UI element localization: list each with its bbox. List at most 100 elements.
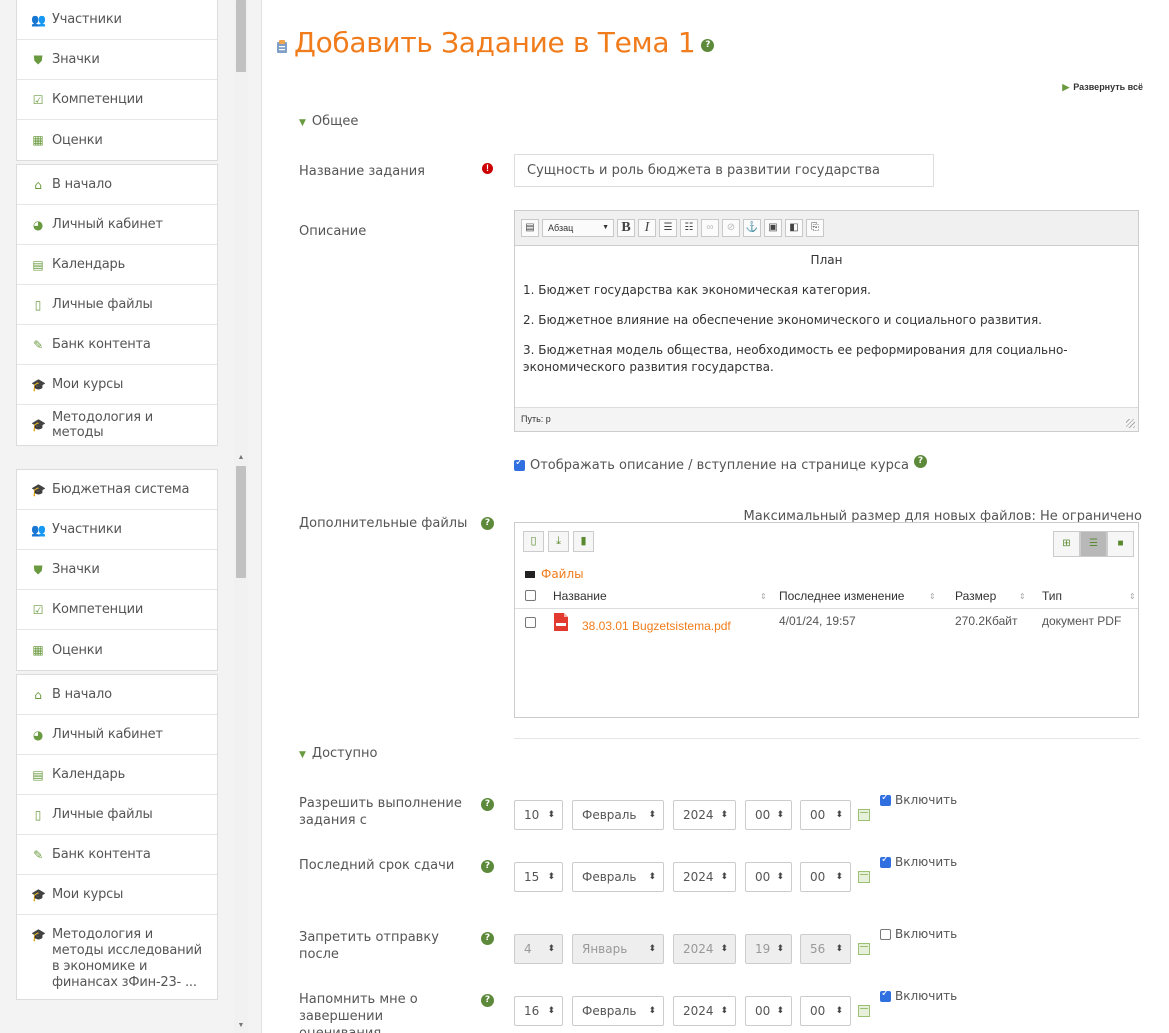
sidebar-item[interactable]: ☑ Компетенции [17, 80, 217, 120]
day-select[interactable]: 15 ⬍ [514, 862, 563, 892]
sidebar-item[interactable]: 👥 Участники [17, 0, 217, 40]
folder-view-icon[interactable]: ■ [1107, 531, 1134, 557]
sidebar-item[interactable]: 🎓 Методология и методы [17, 405, 217, 445]
enable-checkbox[interactable]: Включить [880, 854, 957, 869]
sidebar-item[interactable]: ▯ Личные файлы [17, 285, 217, 325]
scroll-up-arrow-icon[interactable]: ▲ [236, 454, 246, 461]
sidebar-item[interactable]: ✎ Банк контента [17, 325, 217, 365]
numbered-list-icon[interactable]: ☷ [680, 219, 698, 237]
sort-icon[interactable]: ⇕ [760, 592, 767, 601]
assignment-name-input[interactable]: Сущность и роль бюджета в развитии госуд… [514, 154, 934, 187]
table-row[interactable]: 38.03.01 Bugzetsistema.pdf 4/01/24, 19:5… [515, 609, 1138, 649]
year-select[interactable]: 2024 ⬍ [673, 862, 736, 892]
file-manager[interactable]: ▯ ⤓ ▮ ⊞ ☰ ■ Файлы Название ⇕ Последнее и… [514, 522, 1139, 718]
minute-select[interactable]: 00 ⬍ [800, 996, 851, 1026]
list-view-icon[interactable]: ☰ [1080, 531, 1107, 557]
help-icon[interactable]: ? [481, 994, 494, 1007]
add-file-icon[interactable]: ▯ [523, 531, 544, 552]
sidebar-item[interactable]: ✎ Банк контента [17, 835, 217, 875]
select-all-checkbox[interactable] [525, 590, 536, 601]
sidebar-item[interactable]: 🎓 Методология и методы исследований в эко… [17, 915, 217, 999]
resize-grip-icon[interactable] [1126, 419, 1135, 428]
calendar-icon[interactable] [858, 809, 870, 821]
calendar-icon[interactable] [858, 943, 870, 955]
sidebar-item[interactable]: 👥 Участники [17, 510, 217, 550]
help-icon[interactable]: ? [701, 39, 715, 52]
sidebar-item[interactable]: ⛊ Значки [17, 40, 217, 80]
help-icon[interactable]: ? [913, 455, 927, 468]
italic-button[interactable]: I [638, 219, 656, 237]
section-availability-toggle[interactable]: ▼ Доступно [299, 746, 377, 761]
sort-icon[interactable]: ⇕ [1019, 592, 1026, 601]
month-select[interactable]: Февраль ⬍ [572, 800, 664, 830]
paste-icon[interactable]: ⎘ [806, 219, 824, 237]
minute-select[interactable]: 00 ⬍ [800, 862, 851, 892]
sidebar-item[interactable]: 🎓 Бюджетная система [17, 470, 217, 510]
help-icon[interactable]: ? [481, 798, 494, 811]
checkbox-checked-icon[interactable] [514, 457, 525, 471]
month-select[interactable]: Февраль ⬍ [572, 862, 664, 892]
hour-select[interactable]: 00 ⬍ [745, 800, 792, 830]
checkbox-checked-icon[interactable] [880, 988, 891, 1002]
enable-checkbox[interactable]: Включить [880, 988, 957, 1003]
sidebar-item[interactable]: ▤ Календарь [17, 755, 217, 795]
help-icon[interactable]: ? [481, 932, 494, 945]
hour-select[interactable]: 00 ⬍ [745, 862, 792, 892]
format-select[interactable]: Абзац [542, 219, 614, 237]
sidebar-item[interactable]: ◕ Личный кабинет [17, 715, 217, 755]
sidebar-item[interactable]: ⌂ В начало [17, 675, 217, 715]
files-folder-link[interactable]: Файлы [541, 567, 584, 581]
hour-select[interactable]: 19 ⬍ [745, 934, 792, 964]
sidebar-item[interactable]: ☑ Компетенции [17, 590, 217, 630]
sidebar-scrollbar-thumb[interactable] [236, 466, 246, 578]
month-select[interactable]: Февраль ⬍ [572, 996, 664, 1026]
description-editor[interactable]: ▤ Абзац B I ☰ ☷ ∞ ⊘ ⚓ ▣ ◧ ⎘ План 1. Бюдж… [514, 210, 1139, 432]
editor-content[interactable]: План 1. Бюджет государства как экономиче… [515, 246, 1138, 406]
sort-icon[interactable]: ⇕ [1129, 592, 1136, 601]
row-checkbox[interactable] [525, 617, 536, 628]
scroll-down-arrow-icon[interactable]: ▼ [236, 1022, 246, 1029]
sidebar-item[interactable]: ▯ Личные файлы [17, 795, 217, 835]
link-icon[interactable]: ∞ [701, 219, 719, 237]
media-icon[interactable]: ◧ [785, 219, 803, 237]
hour-select[interactable]: 00 ⬍ [745, 996, 792, 1026]
minute-select[interactable]: 00 ⬍ [800, 800, 851, 830]
enable-checkbox[interactable]: Включить [880, 792, 957, 807]
sidebar-item[interactable]: ▦ Оценки [17, 630, 217, 670]
sidebar-item[interactable]: ▤ Календарь [17, 245, 217, 285]
anchor-icon[interactable]: ⚓ [743, 219, 761, 237]
checkbox-checked-icon[interactable] [880, 854, 891, 868]
enable-checkbox[interactable]: Включить [880, 927, 957, 941]
calendar-icon[interactable] [858, 1005, 870, 1017]
toolbar-toggle-icon[interactable]: ▤ [521, 219, 539, 237]
sidebar-scrollbar-thumb[interactable] [236, 0, 246, 72]
trash-icon[interactable]: ▮ [573, 531, 594, 552]
file-name-link[interactable]: 38.03.01 Bugzetsistema.pdf [582, 619, 731, 633]
unlink-icon[interactable]: ⊘ [722, 219, 740, 237]
column-size-header[interactable]: Размер [955, 589, 996, 603]
sidebar-item[interactable]: 🎓 Мои курсы [17, 875, 217, 915]
column-name-header[interactable]: Название [553, 589, 607, 603]
calendar-icon[interactable] [858, 871, 870, 883]
help-icon[interactable]: ? [481, 517, 494, 530]
day-select[interactable]: 4 ⬍ [514, 934, 563, 964]
section-general-toggle[interactable]: ▼ Общее [299, 114, 358, 129]
expand-all-link[interactable]: ▶ Развернуть всё [1062, 82, 1143, 93]
minute-select[interactable]: 56 ⬍ [800, 934, 851, 964]
year-select[interactable]: 2024 ⬍ [673, 800, 736, 830]
checkbox-checked-icon[interactable] [880, 792, 891, 806]
year-select[interactable]: 2024 ⬍ [673, 934, 736, 964]
bold-button[interactable]: B [617, 219, 635, 237]
sidebar-item[interactable]: ▦ Оценки [17, 120, 217, 160]
column-type-header[interactable]: Тип [1042, 589, 1062, 603]
download-icon[interactable]: ⤓ [548, 531, 569, 552]
sidebar-item[interactable]: 🎓 Мои курсы [17, 365, 217, 405]
help-icon[interactable]: ? [481, 860, 494, 873]
grid-view-icon[interactable]: ⊞ [1053, 531, 1080, 557]
day-select[interactable]: 16 ⬍ [514, 996, 563, 1026]
sidebar-item[interactable]: ⌂ В начало [17, 165, 217, 205]
image-icon[interactable]: ▣ [764, 219, 782, 237]
month-select[interactable]: Январь ⬍ [572, 934, 664, 964]
show-description-checkbox[interactable]: Отображать описание / вступление на стра… [514, 455, 927, 473]
sort-icon[interactable]: ⇕ [929, 592, 936, 601]
